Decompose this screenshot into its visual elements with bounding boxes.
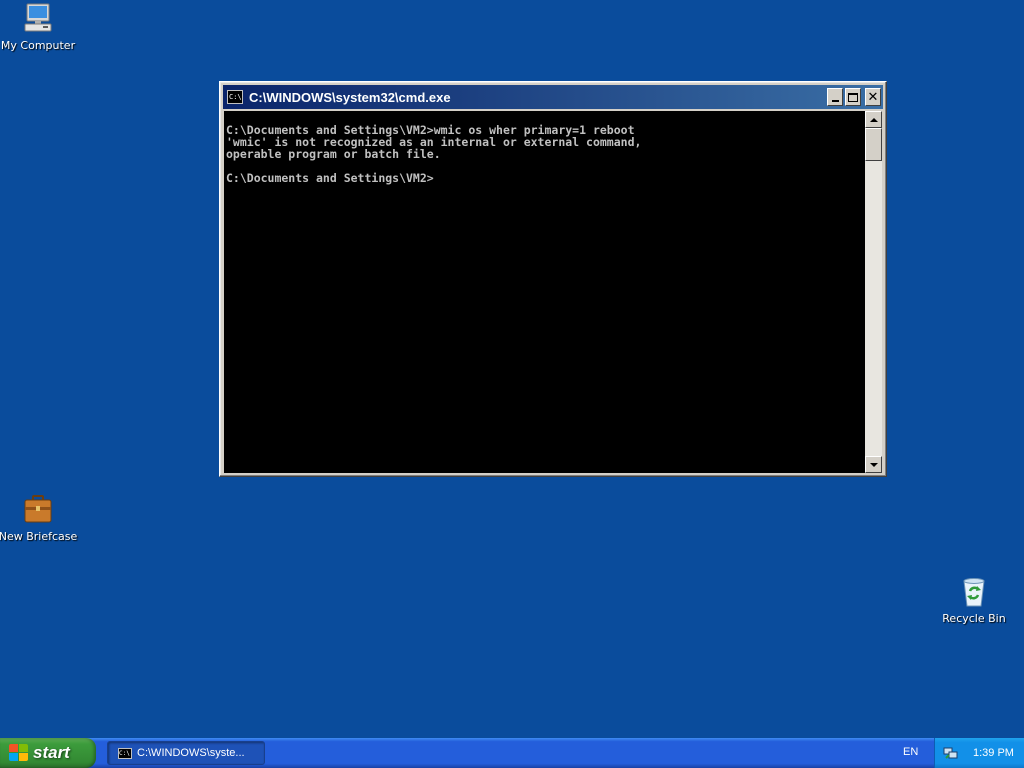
taskbar-button-label: C:\WINDOWS\syste...	[137, 747, 245, 759]
cmd-app-icon-text: C:\	[119, 749, 130, 757]
my-computer-icon	[21, 2, 55, 36]
window-title: C:\WINDOWS\system32\cmd.exe	[249, 89, 451, 105]
taskbar: start C:\ C:\WINDOWS\syste... EN 1:39 PM	[0, 738, 1024, 768]
desktop-icon-label: My Computer	[0, 39, 76, 52]
start-label: start	[33, 743, 70, 762]
windows-logo-icon	[9, 744, 29, 762]
desktop-icon-recycle-bin[interactable]: Recycle Bin	[932, 575, 1016, 625]
language-indicator[interactable]: EN	[903, 746, 918, 758]
minimize-button[interactable]	[827, 88, 843, 106]
start-button[interactable]: start	[0, 738, 96, 768]
maximize-button[interactable]	[845, 88, 861, 106]
network-icon[interactable]	[943, 745, 959, 761]
desktop-icon-label: Recycle Bin	[942, 612, 1006, 625]
cmd-app-icon[interactable]: C:\	[227, 90, 243, 104]
cmd-app-icon-text: C:\	[229, 93, 242, 101]
taskbar-button-cmd[interactable]: C:\ C:\WINDOWS\syste...	[107, 741, 265, 765]
vertical-scrollbar[interactable]	[865, 111, 882, 473]
window-controls: ✕	[827, 88, 881, 106]
close-button[interactable]: ✕	[865, 88, 881, 106]
console-text: C:\Documents and Settings\VM2>wmic os wh…	[224, 111, 865, 184]
close-icon: ✕	[867, 89, 879, 105]
console-output[interactable]: C:\Documents and Settings\VM2>wmic os wh…	[224, 111, 865, 473]
cmd-window[interactable]: C:\ C:\WINDOWS\system32\cmd.exe ✕ C:\Doc…	[219, 81, 887, 477]
desktop-icon-label: New Briefcase	[0, 530, 78, 543]
scroll-thumb[interactable]	[865, 128, 882, 161]
desktop-icon-my-computer[interactable]: My Computer	[0, 2, 80, 52]
briefcase-icon	[21, 493, 55, 527]
scroll-up-button[interactable]	[865, 111, 882, 128]
window-titlebar[interactable]: C:\ C:\WINDOWS\system32\cmd.exe ✕	[223, 85, 883, 109]
console-line: operable program or batch file.	[226, 147, 441, 161]
recycle-bin-icon	[957, 575, 991, 609]
arrow-up-icon	[869, 117, 878, 122]
minimize-icon	[831, 100, 839, 102]
maximize-icon	[848, 92, 858, 102]
console-prompt: C:\Documents and Settings\VM2>	[226, 171, 434, 185]
desktop-icon-new-briefcase[interactable]: New Briefcase	[0, 493, 80, 543]
cmd-app-icon: C:\	[118, 747, 132, 759]
scroll-down-button[interactable]	[865, 456, 882, 473]
arrow-down-icon	[869, 462, 878, 467]
clock[interactable]: 1:39 PM	[973, 747, 1014, 759]
system-tray: 1:39 PM	[934, 738, 1024, 768]
